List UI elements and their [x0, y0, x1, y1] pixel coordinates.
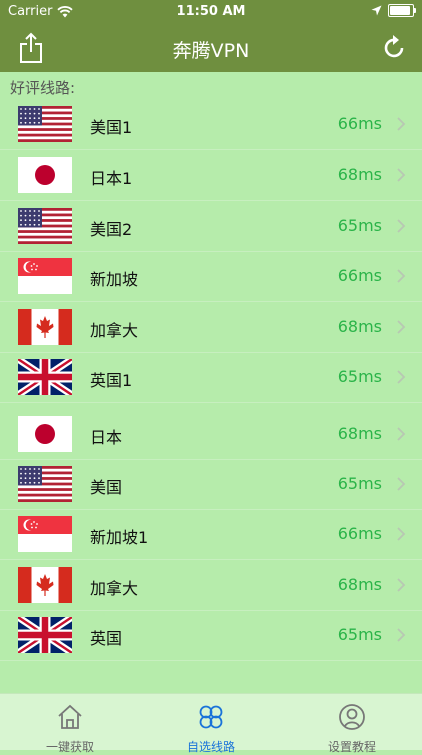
server-name: 新加坡1	[90, 528, 149, 547]
server-ping: 68ms	[337, 165, 382, 184]
chevron-right-icon	[397, 370, 406, 384]
chevron-right-icon	[397, 269, 406, 283]
server-name: 美国2	[90, 220, 133, 239]
flag-sg-icon	[18, 516, 72, 552]
page-title: 奔腾VPN	[172, 40, 250, 62]
chevron-right-icon	[397, 527, 406, 541]
server-ping: 65ms	[337, 474, 382, 493]
server-ping: 66ms	[337, 266, 382, 285]
status-time: 11:50 AM	[176, 4, 246, 19]
tab-select-route-label: 自选线路	[186, 740, 235, 754]
server-row[interactable]: 英国 65ms	[0, 610, 422, 661]
chevron-right-icon	[397, 628, 406, 642]
flag-jp-icon	[18, 157, 72, 193]
server-row[interactable]: 加拿大 68ms	[0, 560, 422, 611]
server-name: 英国1	[90, 371, 133, 390]
chevron-right-icon	[397, 219, 406, 233]
chevron-right-icon	[397, 477, 406, 491]
tab-settings-tutorial[interactable]: 设置教程	[282, 694, 422, 754]
section-header: 好评线路:	[10, 79, 76, 97]
server-ping: 65ms	[337, 625, 382, 644]
user-icon	[339, 704, 365, 730]
server-name: 新加坡	[90, 270, 139, 289]
server-name: 日本	[90, 428, 123, 447]
server-name: 日本1	[90, 169, 133, 188]
server-ping: 66ms	[337, 114, 382, 133]
battery-icon	[388, 4, 416, 17]
navigation-bar: 奔腾VPN	[0, 24, 422, 72]
server-row[interactable]: 英国1 65ms	[0, 352, 422, 403]
chevron-right-icon	[397, 320, 406, 334]
tab-one-click-label: 一键获取	[45, 740, 94, 754]
status-right	[371, 4, 416, 17]
flag-jp-icon	[18, 416, 72, 452]
tab-select-route[interactable]: 自选线路	[141, 694, 281, 754]
flag-us-icon	[18, 208, 72, 244]
server-row[interactable]: 美国2 65ms	[0, 201, 422, 252]
location-arrow-icon	[371, 5, 382, 16]
status-bar: Carrier 11:50 AM	[0, 0, 422, 24]
server-name: 加拿大	[90, 321, 139, 340]
flag-us-icon	[18, 466, 72, 502]
server-ping: 65ms	[337, 367, 382, 386]
flag-us-icon	[18, 106, 72, 142]
clover-icon	[199, 705, 223, 729]
tab-settings-tutorial-label: 设置教程	[327, 740, 376, 754]
server-row[interactable]: 新加坡 66ms	[0, 251, 422, 302]
flag-uk-icon	[18, 617, 72, 653]
server-row[interactable]: 美国 65ms	[0, 459, 422, 510]
server-name: 加拿大	[90, 579, 139, 598]
home-icon	[58, 704, 82, 729]
chevron-right-icon	[397, 168, 406, 182]
flag-ca-icon	[18, 309, 72, 345]
server-row[interactable]: 新加坡1 66ms	[0, 509, 422, 560]
tab-bar: 一键获取 自选线路 设置教程	[0, 693, 422, 754]
flag-uk-icon	[18, 359, 72, 395]
server-ping: 68ms	[337, 575, 382, 594]
server-ping: 65ms	[337, 216, 382, 235]
chevron-right-icon	[397, 427, 406, 441]
server-name: 美国	[90, 478, 123, 497]
server-name: 美国1	[90, 118, 133, 137]
chevron-right-icon	[397, 117, 406, 131]
server-row[interactable]: 美国1 66ms	[0, 99, 422, 150]
server-row[interactable]: 日本1 68ms	[0, 150, 422, 201]
tab-one-click[interactable]: 一键获取	[0, 694, 140, 754]
server-ping: 68ms	[337, 424, 382, 443]
server-row[interactable]: 加拿大 68ms	[0, 302, 422, 353]
flag-sg-icon	[18, 258, 72, 294]
refresh-icon[interactable]	[380, 34, 408, 62]
flag-ca-icon	[18, 567, 72, 603]
server-ping: 66ms	[337, 524, 382, 543]
server-ping: 68ms	[337, 317, 382, 336]
server-name: 英国	[90, 629, 123, 648]
server-row[interactable]: 日本 68ms	[0, 409, 422, 460]
chevron-right-icon	[397, 578, 406, 592]
